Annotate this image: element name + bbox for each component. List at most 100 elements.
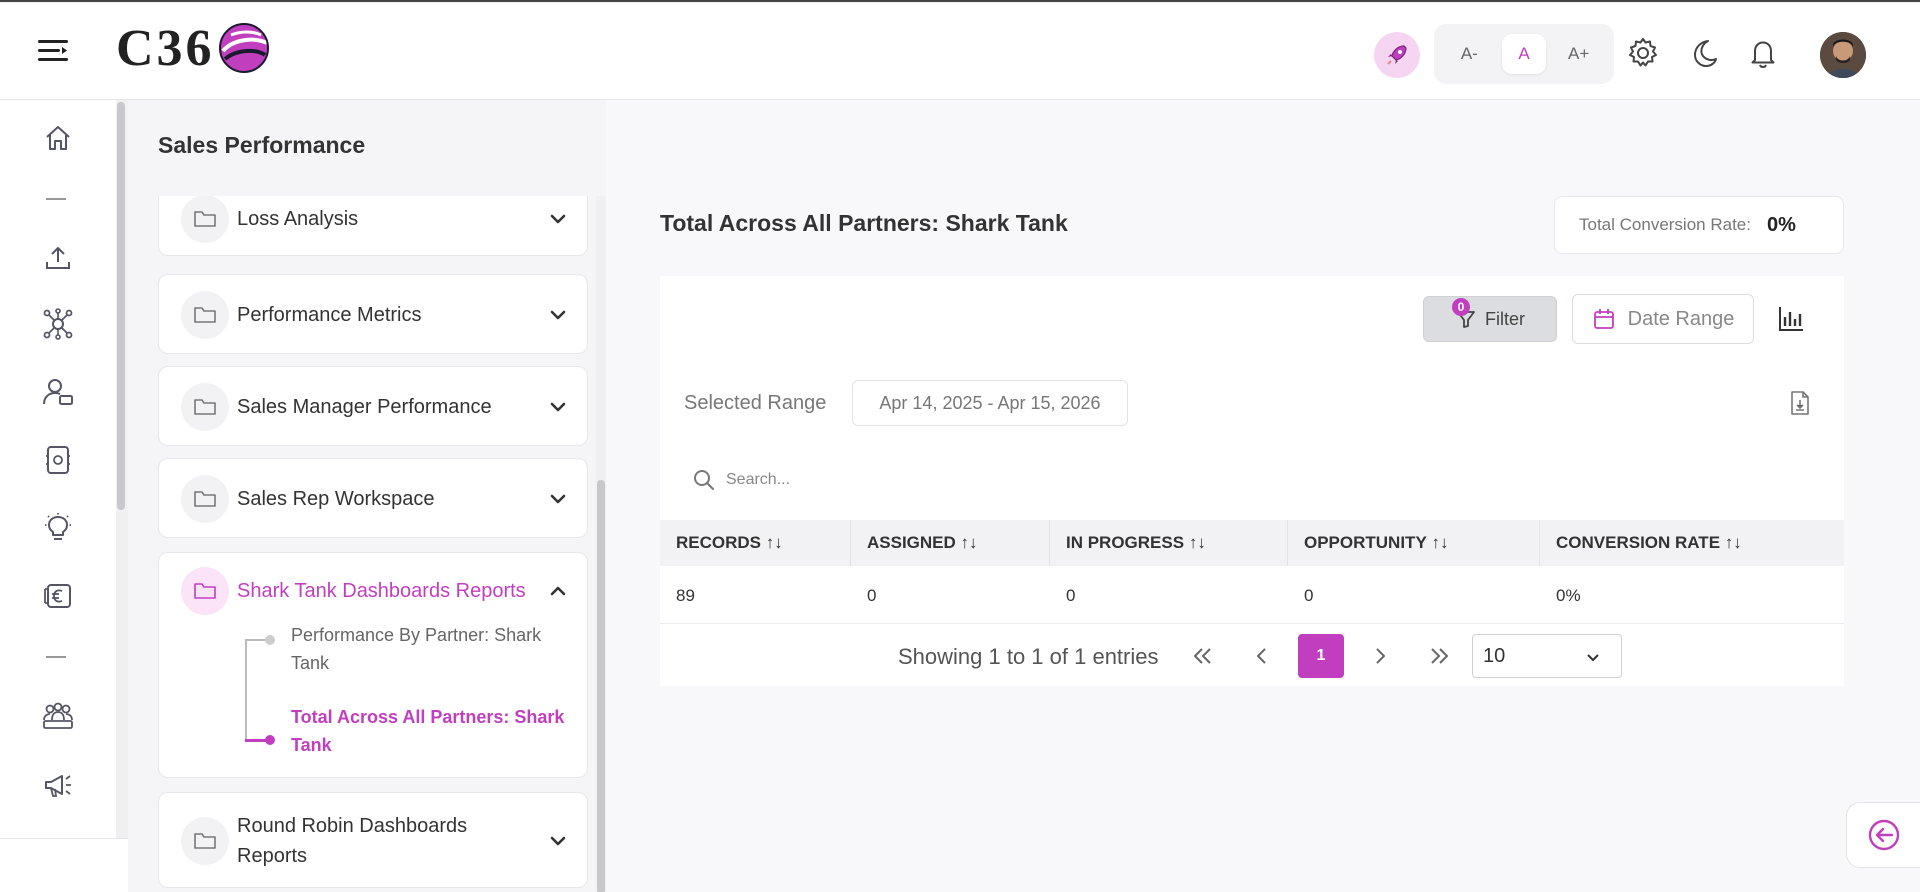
chevron-down-icon[interactable] — [547, 488, 569, 510]
accordion-performance-metrics[interactable]: Performance Metrics — [158, 274, 588, 354]
app-logo[interactable]: C36 — [116, 19, 271, 77]
search-icon — [694, 470, 714, 490]
report-title: Total Across All Partners: Shark Tank — [660, 210, 1068, 236]
megaphone-icon[interactable] — [38, 764, 78, 804]
logo-text: C36 — [116, 19, 215, 77]
folder-icon — [181, 567, 229, 615]
sort-icon: ↑↓ — [1724, 533, 1742, 552]
network-icon[interactable] — [38, 304, 78, 344]
upload-icon[interactable] — [38, 238, 78, 278]
font-increase-button[interactable]: A+ — [1557, 34, 1601, 74]
accordion-label: Performance Metrics — [237, 304, 422, 326]
table-header: RECORDS ↑↓ ASSIGNED ↑↓ IN PROGRESS ↑↓ OP… — [660, 520, 1844, 566]
table-row: 89 0 0 0 0% — [660, 568, 1844, 624]
folder-icon — [181, 291, 229, 339]
tree-node-dot-active — [265, 735, 275, 745]
chevron-down-icon[interactable] — [547, 396, 569, 418]
report-category-list: Loss Analysis Performance Metrics Sales … — [158, 196, 588, 892]
table-cell: 0 — [1066, 586, 1076, 605]
calendar-icon — [1593, 309, 1614, 329]
next-page-icon[interactable] — [1358, 634, 1402, 678]
column-label: ASSIGNED — [867, 533, 956, 552]
rail-divider — [46, 198, 66, 200]
folder-icon — [181, 817, 229, 865]
sub-report-total-across-partners[interactable]: Total Across All Partners: Shark Tank — [291, 703, 581, 759]
column-label: IN PROGRESS — [1066, 533, 1185, 552]
folder-icon — [181, 196, 229, 243]
nav-rail-scrollbar-thumb[interactable] — [117, 102, 125, 510]
column-header-assigned[interactable]: ASSIGNED ↑↓ — [851, 520, 1050, 566]
filter-count-badge: 0 — [1452, 298, 1470, 316]
column-header-opportunity[interactable]: OPPORTUNITY ↑↓ — [1288, 520, 1540, 566]
back-arrow-button[interactable] — [1846, 802, 1920, 868]
lightbulb-icon[interactable] — [38, 508, 78, 548]
accordion-loss-analysis[interactable]: Loss Analysis — [158, 196, 588, 256]
table-cell: 0 — [1304, 586, 1314, 605]
first-page-icon[interactable] — [1180, 634, 1224, 678]
rocket-icon[interactable] — [1374, 32, 1420, 78]
filter-button[interactable]: Filter — [1423, 296, 1557, 342]
rail-divider — [46, 656, 66, 658]
sort-icon: ↑↓ — [960, 533, 978, 552]
date-range-label: Date Range — [1627, 307, 1735, 330]
chevron-down-icon[interactable] — [547, 830, 569, 852]
accordion-sales-manager-performance[interactable]: Sales Manager Performance — [158, 366, 588, 446]
page-size-select[interactable]: 10 — [1472, 634, 1622, 678]
export-file-icon[interactable] — [1788, 390, 1812, 416]
table-cell: 0% — [1556, 586, 1581, 605]
menu-toggle-icon[interactable] — [36, 36, 70, 66]
user-settings-icon[interactable] — [38, 372, 78, 412]
page-number-button[interactable]: 1 — [1298, 634, 1344, 678]
rail-footer — [0, 838, 128, 892]
chevron-down-icon — [1587, 654, 1599, 661]
page-title: Sales Performance — [158, 132, 366, 158]
notifications-bell-icon[interactable] — [1746, 36, 1780, 70]
font-decrease-button[interactable]: A- — [1447, 34, 1491, 74]
search-input[interactable] — [726, 462, 1126, 498]
accordion-label: Sales Manager Performance — [237, 396, 492, 418]
sort-icon: ↑↓ — [1188, 533, 1206, 552]
date-range-button[interactable]: Date Range — [1572, 294, 1754, 344]
team-icon[interactable] — [38, 696, 78, 736]
filter-label: Filter — [1485, 308, 1525, 329]
selected-range-label: Selected Range — [684, 392, 827, 414]
sub-report-performance-by-partner[interactable]: Performance By Partner: Shark Tank — [291, 621, 581, 677]
top-header: C36 A- A A+ — [0, 4, 1920, 100]
accordion-label: Loss Analysis — [237, 208, 359, 230]
table-cell: 89 — [676, 586, 695, 605]
tree-connector — [245, 639, 247, 739]
mobile-settings-icon[interactable] — [38, 440, 78, 480]
user-avatar[interactable] — [1820, 32, 1866, 78]
chevron-up-icon[interactable] — [547, 580, 569, 602]
page-size-value: 10 — [1483, 644, 1506, 667]
conversion-rate-value: 0% — [1766, 213, 1796, 236]
chevron-down-icon[interactable] — [547, 304, 569, 326]
last-page-icon[interactable] — [1418, 634, 1462, 678]
folder-icon — [181, 475, 229, 523]
column-header-records[interactable]: RECORDS ↑↓ — [660, 520, 851, 566]
accordion-round-robin-dashboards[interactable]: Round Robin Dashboards Reports — [158, 792, 588, 888]
pagination-summary: Showing 1 to 1 of 1 entries — [898, 644, 1159, 669]
accordion-label: Sales Rep Workspace — [237, 488, 435, 510]
font-default-button[interactable]: A — [1501, 34, 1546, 74]
bar-chart-icon[interactable] — [1776, 304, 1806, 334]
sort-icon: ↑↓ — [765, 533, 783, 552]
column-label: OPPORTUNITY — [1304, 533, 1427, 552]
column-label: CONVERSION RATE — [1556, 533, 1721, 552]
conversion-rate-label: Total Conversion Rate: — [1579, 215, 1751, 234]
accordion-sales-rep-workspace[interactable]: Sales Rep Workspace — [158, 458, 588, 538]
accordion-label: Shark Tank Dashboards Reports — [237, 580, 526, 602]
left-nav-rail — [0, 100, 116, 892]
dark-mode-moon-icon[interactable] — [1686, 36, 1720, 70]
chevron-down-icon[interactable] — [547, 208, 569, 230]
previous-page-icon[interactable] — [1240, 634, 1284, 678]
column-header-conversion-rate[interactable]: CONVERSION RATE ↑↓ — [1540, 520, 1844, 566]
currency-card-icon[interactable] — [38, 576, 78, 616]
home-icon[interactable] — [38, 118, 78, 158]
logo-globe-icon — [218, 23, 269, 73]
settings-gear-icon[interactable] — [1626, 36, 1660, 70]
conversion-rate-summary: Total Conversion Rate: 0% — [1554, 196, 1844, 254]
column-header-in-progress[interactable]: IN PROGRESS ↑↓ — [1050, 520, 1288, 566]
accordion-shark-tank-dashboards[interactable]: Shark Tank Dashboards Reports Performanc… — [158, 552, 588, 778]
category-list-scrollbar-thumb[interactable] — [597, 480, 605, 892]
